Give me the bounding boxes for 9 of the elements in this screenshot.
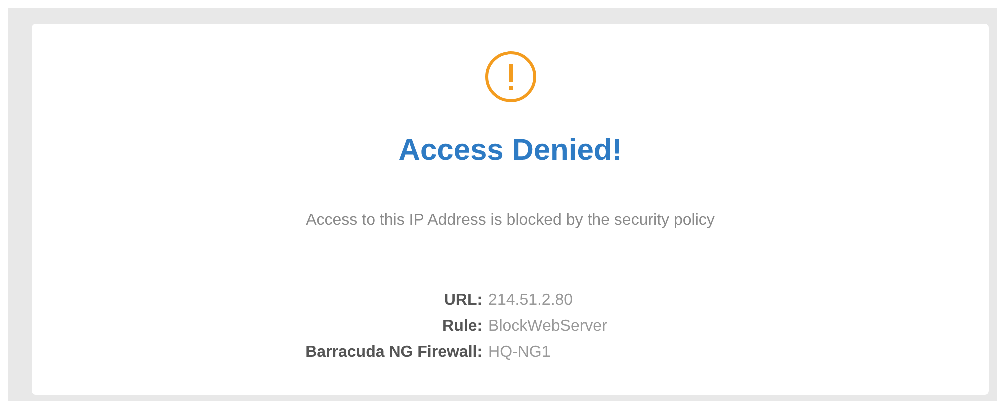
detail-value: 214.51.2.80 [488,291,574,311]
detail-label: Rule: [442,317,483,337]
block-message: Access to this IP Address is blocked by the security policy [306,211,715,231]
page-title: Access Denied! [398,133,622,169]
detail-value: BlockWebServer [488,317,608,337]
warning-icon [484,50,538,104]
detail-label: URL: [443,291,483,311]
detail-value: HQ-NG1 [488,343,552,363]
detail-label: Barracuda NG Firewall: [306,343,483,363]
